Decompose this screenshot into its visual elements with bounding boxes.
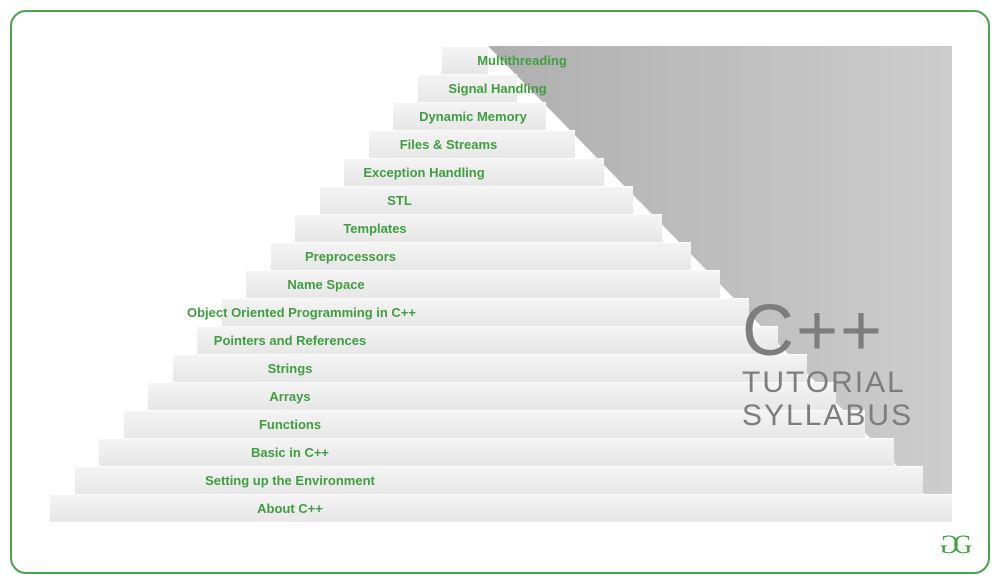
title-line2: SYLLABUS — [742, 402, 913, 431]
syllabus-step-label: Functions — [259, 417, 321, 432]
syllabus-step: About C++ — [50, 494, 952, 522]
syllabus-step-label: Templates — [343, 221, 406, 236]
syllabus-step-label: Strings — [268, 361, 313, 376]
syllabus-step-label: Exception Handling — [363, 165, 484, 180]
gfg-logo: GG — [942, 530, 970, 560]
title-block: C++ TUTORIAL SYLLABUS — [742, 297, 913, 430]
syllabus-step: Preprocessors — [271, 242, 692, 270]
syllabus-step: Files & Streams — [369, 130, 576, 158]
title-line1: TUTORIAL — [742, 369, 913, 398]
syllabus-step-label: Arrays — [269, 389, 310, 404]
syllabus-step-label: Name Space — [287, 277, 364, 292]
syllabus-step: Basic in C++ — [99, 438, 894, 466]
syllabus-step-label: Preprocessors — [305, 249, 396, 264]
syllabus-step-label: Files & Streams — [400, 137, 498, 152]
syllabus-step: Pointers and References — [197, 326, 778, 354]
syllabus-step-label: Object Oriented Programming in C++ — [187, 305, 416, 320]
syllabus-step: Dynamic Memory — [393, 102, 546, 130]
title-main: C++ — [742, 297, 913, 365]
syllabus-step: Exception Handling — [344, 158, 604, 186]
diagram-frame: About C++ Setting up the Environment Basic… — [10, 10, 990, 574]
syllabus-step-label: Setting up the Environment — [205, 473, 375, 488]
syllabus-step-label: Pointers and References — [214, 333, 366, 348]
syllabus-step: Templates — [295, 214, 662, 242]
syllabus-step: Multithreading — [442, 46, 488, 74]
syllabus-step: Name Space — [246, 270, 720, 298]
syllabus-step: STL — [320, 186, 634, 214]
syllabus-step-label: Signal Handling — [448, 81, 546, 96]
syllabus-step: Object Oriented Programming in C++ — [222, 298, 750, 326]
syllabus-step-label: Basic in C++ — [251, 445, 329, 460]
syllabus-step: Setting up the Environment — [75, 466, 924, 494]
syllabus-step: Signal Handling — [418, 74, 518, 102]
syllabus-step: Arrays — [148, 382, 836, 410]
syllabus-step-label: About C++ — [257, 501, 323, 516]
syllabus-step-label: Multithreading — [477, 53, 567, 68]
syllabus-step-label: STL — [387, 193, 412, 208]
syllabus-step-label: Dynamic Memory — [419, 109, 527, 124]
syllabus-step: Strings — [173, 354, 808, 382]
